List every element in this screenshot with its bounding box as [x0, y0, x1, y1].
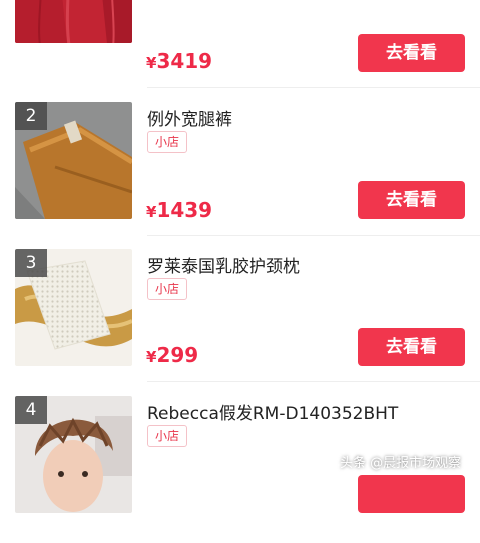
- rank-badge: 3: [15, 249, 47, 277]
- product-price: ¥1439: [146, 198, 213, 222]
- watermark: 头条 @晨报市场观察: [340, 456, 462, 471]
- go-see-button[interactable]: 去看看: [358, 328, 465, 366]
- divider: [147, 381, 480, 382]
- product-price: ¥299: [146, 343, 199, 367]
- rank-badge: 4: [15, 396, 47, 424]
- shop-tag: 小店: [147, 131, 188, 153]
- go-see-button[interactable]: [358, 475, 465, 513]
- shop-tag: 小店: [147, 425, 188, 447]
- product-card-3[interactable]: 3 罗莱泰国乳胶护颈枕 小店 ¥299 去看看: [0, 249, 480, 396]
- product-title[interactable]: 罗莱泰国乳胶护颈枕: [147, 252, 300, 277]
- product-card-1[interactable]: ¥3419 去看看: [0, 0, 480, 73]
- product-title[interactable]: Rebecca假发RM-D140352BHT: [147, 399, 398, 424]
- divider: [147, 87, 480, 88]
- latex-pillow-image[interactable]: 3: [15, 249, 132, 366]
- shop-tag: 小店: [147, 278, 188, 300]
- go-see-button[interactable]: 去看看: [358, 34, 465, 72]
- brown-pants-image[interactable]: 2: [15, 102, 132, 219]
- divider: [147, 235, 480, 236]
- red-jacket-image[interactable]: [15, 0, 132, 43]
- product-title[interactable]: 例外宽腿裤: [147, 105, 232, 130]
- rank-badge: 2: [15, 102, 47, 130]
- product-card-2[interactable]: 2 例外宽腿裤 小店 ¥1439 去看看: [0, 102, 480, 249]
- product-price: ¥3419: [146, 49, 213, 73]
- wig-model-image[interactable]: 4: [15, 396, 132, 513]
- go-see-button[interactable]: 去看看: [358, 181, 465, 219]
